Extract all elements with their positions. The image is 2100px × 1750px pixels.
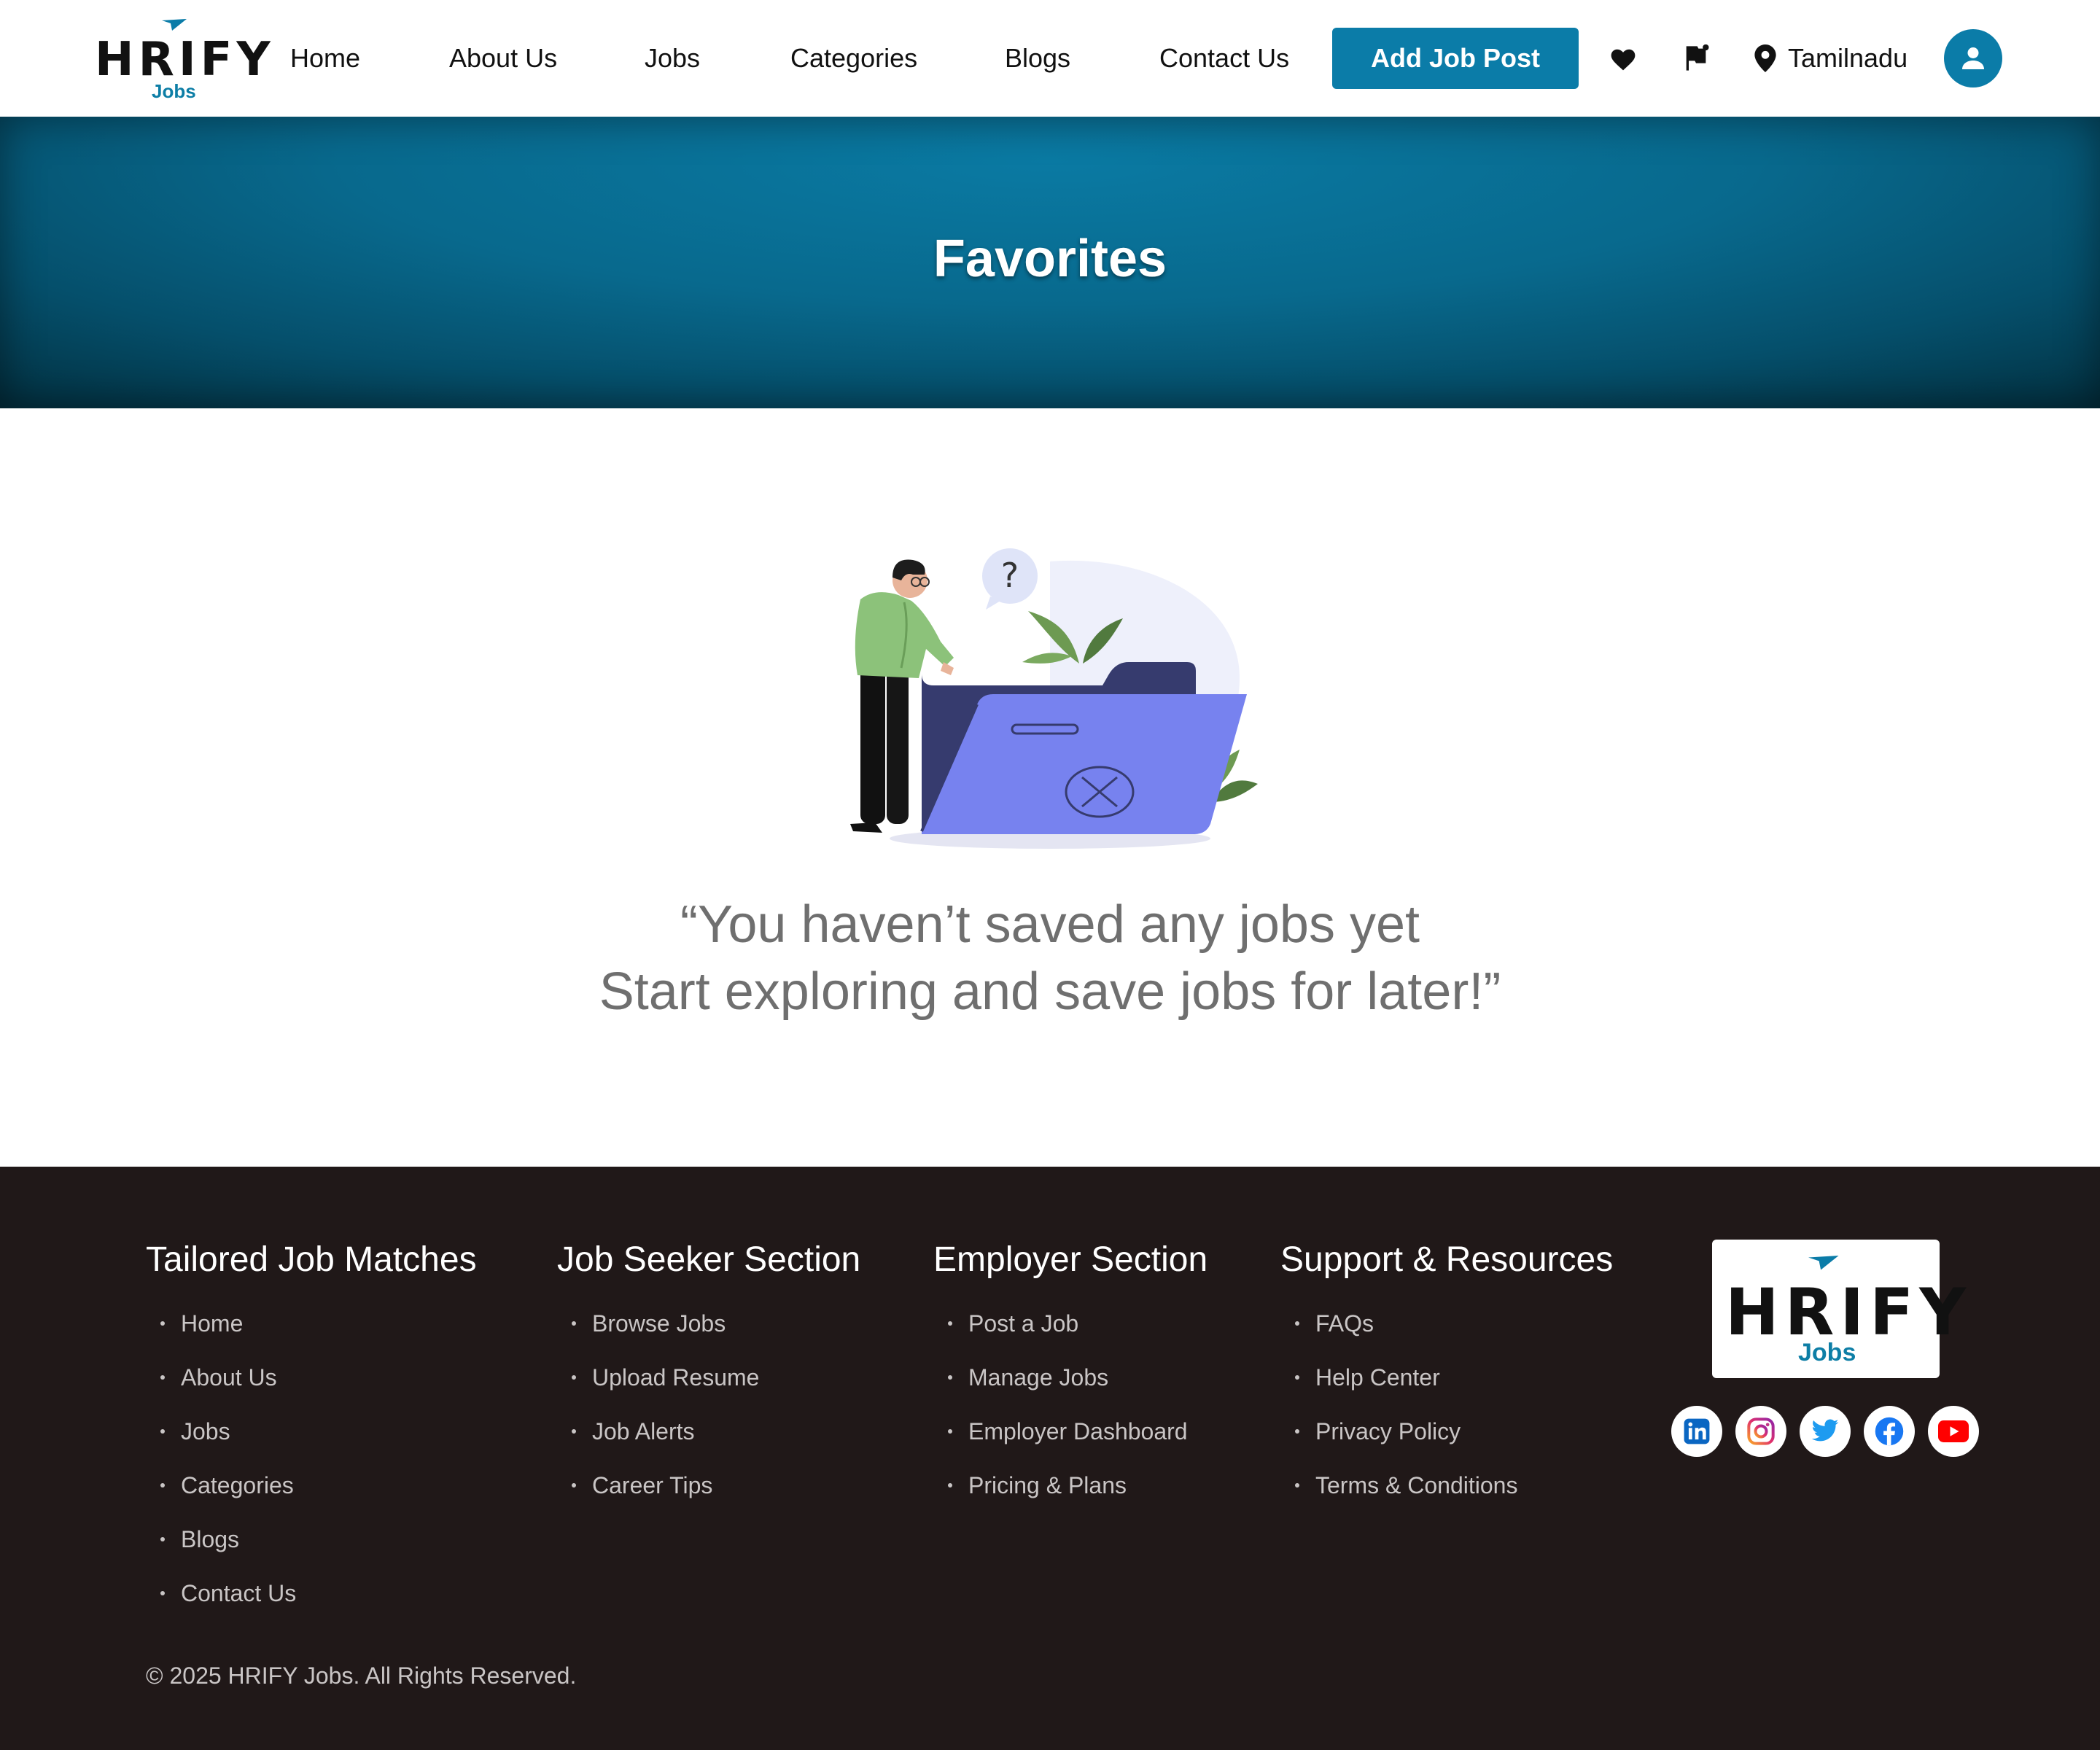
footer-link-about-us[interactable]: About Us [146,1350,477,1404]
page-banner: Favorites [0,117,2100,408]
empty-favorites-message: “You haven’t saved any jobs yet Start ex… [0,891,2100,1025]
youtube-icon[interactable] [1928,1406,1979,1457]
twitter-icon[interactable] [1800,1406,1851,1457]
linkedin-icon[interactable] [1671,1406,1722,1457]
logo-flag-icon [1808,1256,1839,1270]
footer-brand-subtitle: Jobs [1798,1339,1856,1366]
footer-column-support: Support & Resources FAQs Help Center Pri… [1280,1237,1613,1512]
instagram-icon[interactable] [1735,1406,1786,1457]
footer-link-employer-dashboard[interactable]: Employer Dashboard [933,1404,1208,1458]
footer-column-tailored-job-matches: Tailored Job Matches Home About Us Jobs … [146,1237,477,1620]
footer-brand-wordmark: HRIFY [1725,1275,1972,1350]
footer-heading: Employer Section [933,1240,1208,1279]
footer-column-employer: Employer Section Post a Job Manage Jobs … [933,1237,1208,1512]
empty-message-line-1: “You haven’t saved any jobs yet [680,895,1420,954]
footer-link-faqs[interactable]: FAQs [1280,1296,1613,1350]
empty-message-line-2: Start exploring and save jobs for later!… [599,962,1501,1021]
heart-icon[interactable] [1606,41,1641,76]
footer-heading: Job Seeker Section [557,1240,861,1279]
nav-about-us[interactable]: About Us [449,41,557,76]
page-title: Favorites [933,230,1167,288]
footer-link-contact-us[interactable]: Contact Us [146,1566,477,1620]
footer-heading: Support & Resources [1280,1240,1614,1279]
copyright-text: © 2025 HRIFY Jobs. All Rights Reserved. [146,1662,577,1689]
location-label: Tamilnadu [1788,43,1908,73]
site-header: HRIFY Jobs Home About Us Jobs Categories… [0,0,2100,117]
flag-icon[interactable] [1679,41,1714,76]
footer-link-privacy-policy[interactable]: Privacy Policy [1280,1404,1613,1458]
footer-brand-logo[interactable]: HRIFY Jobs [1712,1240,1966,1378]
facebook-icon[interactable] [1864,1406,1915,1457]
footer-link-post-a-job[interactable]: Post a Job [933,1296,1208,1350]
footer-heading: Tailored Job Matches [146,1240,477,1279]
footer-column-job-seeker: Job Seeker Section Browse Jobs Upload Re… [557,1237,860,1512]
user-icon [1962,47,1984,69]
question-bubble-icon: ? [982,548,1038,610]
footer-link-home[interactable]: Home [146,1296,477,1350]
footer-link-career-tips[interactable]: Career Tips [557,1458,860,1512]
add-job-post-button[interactable]: Add Job Post [1332,28,1579,89]
logo-flag-icon [162,19,187,31]
location-selector[interactable]: Tamilnadu [1754,39,1908,77]
footer-link-terms-conditions[interactable]: Terms & Conditions [1280,1458,1613,1512]
brand-subtitle: Jobs [152,80,196,102]
nav-categories[interactable]: Categories [790,41,917,76]
nav-contact-us[interactable]: Contact Us [1159,41,1289,76]
footer-link-blogs[interactable]: Blogs [146,1512,477,1566]
brand-wordmark: HRIFY [95,33,275,87]
footer-link-browse-jobs[interactable]: Browse Jobs [557,1296,860,1350]
brand-logo[interactable]: HRIFY Jobs [95,16,271,104]
footer-link-categories[interactable]: Categories [146,1458,477,1512]
footer-link-upload-resume[interactable]: Upload Resume [557,1350,860,1404]
svg-text:?: ? [1001,556,1019,595]
footer-link-jobs[interactable]: Jobs [146,1404,477,1458]
nav-home[interactable]: Home [290,41,360,76]
location-pin-icon [1754,44,1776,72]
nav-jobs[interactable]: Jobs [645,41,700,76]
footer-link-pricing-plans[interactable]: Pricing & Plans [933,1458,1208,1512]
footer-link-job-alerts[interactable]: Job Alerts [557,1404,860,1458]
user-avatar-button[interactable] [1944,29,2002,88]
footer-link-manage-jobs[interactable]: Manage Jobs [933,1350,1208,1404]
nav-blogs[interactable]: Blogs [1005,41,1070,76]
footer-link-help-center[interactable]: Help Center [1280,1350,1613,1404]
empty-folder-illustration: ? [850,548,1258,849]
